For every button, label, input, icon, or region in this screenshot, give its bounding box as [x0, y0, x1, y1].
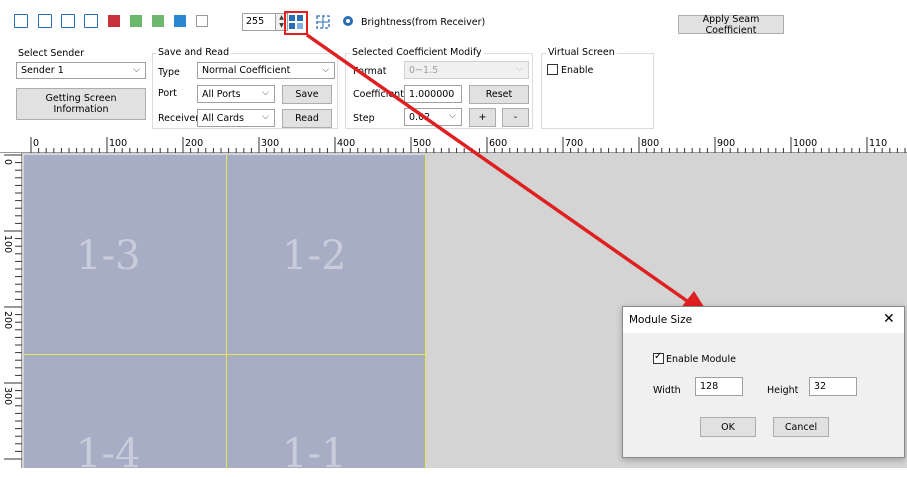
fullscreen-icon[interactable] — [84, 14, 98, 28]
ruler-label: 100 — [2, 235, 13, 254]
format-select[interactable]: 0~1.5 ⌵ — [404, 61, 529, 79]
seam-icon[interactable] — [316, 15, 330, 29]
step-minus-button[interactable]: - — [502, 108, 529, 127]
apply-seam-button[interactable]: Apply Seam Coefficient — [678, 14, 784, 36]
module-grid-icon[interactable] — [289, 15, 303, 29]
export-icon[interactable] — [38, 14, 52, 28]
ok-button[interactable]: OK — [700, 417, 756, 437]
virtual-screen-title: Virtual Screen — [546, 47, 617, 58]
module-cell[interactable]: 1-1 — [227, 355, 425, 477]
type-label: Type — [158, 67, 180, 78]
module-cell[interactable]: 1-3 — [24, 155, 226, 354]
ruler-label: 1000 — [793, 138, 818, 149]
coefficient-input[interactable]: 1.000000 — [404, 85, 462, 103]
ruler-label: 100 — [109, 138, 128, 149]
virtual-screen-enable-label[interactable]: Enable — [561, 65, 593, 76]
getting-screen-info-button[interactable]: Getting Screen Information — [16, 88, 146, 120]
select-sender-title: Select Sender — [18, 48, 85, 59]
module-size-dialog: Module Size ✕ ✓ Enable Module Width 128 … — [622, 306, 905, 458]
width-input[interactable]: 128 — [695, 377, 743, 396]
receiver-label: Receiver — [158, 113, 200, 124]
module-cell[interactable]: 1-4 — [24, 355, 226, 477]
height-label: Height — [767, 385, 799, 396]
ruler-label: 200 — [2, 311, 13, 330]
horizontal-ruler: 0 100 200 300 400 500 600 700 800 900 1000 110 — [0, 133, 907, 153]
cancel-button[interactable]: Cancel — [773, 417, 829, 437]
module-label: 1-2 — [282, 233, 347, 279]
chevron-down-icon: ⌵ — [516, 64, 523, 74]
sender-select[interactable]: Sender 1 ⌵ — [16, 62, 146, 79]
save-button[interactable]: Save — [282, 85, 332, 104]
horizontal-seam-line — [24, 354, 425, 355]
dialog-title: Module Size — [629, 314, 693, 326]
ruler-label: 600 — [489, 138, 508, 149]
dialog-title-bar: Module Size ✕ — [623, 307, 904, 333]
ruler-label: 800 — [641, 138, 660, 149]
port-label: Port — [158, 88, 177, 99]
coef-modify-title: Selected Coefficient Modify — [350, 47, 484, 58]
type-select-value: Normal Coefficient — [202, 65, 291, 76]
chevron-down-icon: ⌵ — [133, 65, 140, 75]
horizontal-ruler-ticks — [30, 137, 906, 153]
chevron-down-icon: ⌵ — [322, 65, 329, 75]
format-label: Format — [353, 66, 387, 77]
gear-icon[interactable] — [341, 14, 355, 28]
port-select[interactable]: All Ports ⌵ — [197, 85, 275, 103]
ruler-label: 400 — [337, 138, 356, 149]
import-icon[interactable] — [14, 14, 28, 28]
gray-level-spinner[interactable]: 255 ▲ ▼ — [242, 13, 288, 31]
reset-button[interactable]: Reset — [469, 85, 529, 104]
port-select-value: All Ports — [202, 88, 241, 100]
green-color-button[interactable] — [130, 15, 142, 27]
virtual-screen-enable-checkbox[interactable] — [547, 64, 558, 75]
module-label: 1-3 — [76, 233, 141, 279]
toolbar: 255 ▲ ▼ Brightness(from Receiver) Apply S… — [0, 0, 907, 130]
type-select[interactable]: Normal Coefficient ⌵ — [197, 62, 335, 79]
receiver-select-value: All Cards — [202, 112, 244, 124]
green2-color-button[interactable] — [152, 15, 164, 27]
read-button[interactable]: Read — [282, 109, 332, 128]
step-plus-button[interactable]: + — [469, 108, 496, 127]
ruler-label: 900 — [717, 138, 736, 149]
gray-level-value: 255 — [246, 16, 265, 27]
format-select-value: 0~1.5 — [409, 64, 439, 76]
ruler-label: 700 — [565, 138, 584, 149]
module-label: 1-4 — [76, 431, 141, 477]
vertical-ruler: 0 100 200 300 — [0, 153, 22, 468]
red-color-button[interactable] — [108, 15, 120, 27]
step-select[interactable]: 0.02 ⌵ — [404, 108, 462, 126]
chevron-down-icon: ⌵ — [262, 112, 269, 122]
ruler-label: 300 — [261, 138, 280, 149]
ruler-label: 500 — [413, 138, 432, 149]
ruler-label: 200 — [185, 138, 204, 149]
sender-select-value: Sender 1 — [21, 65, 64, 76]
module-label: 1-1 — [282, 431, 347, 477]
save-read-title: Save and Read — [156, 47, 232, 58]
step-label: Step — [353, 113, 375, 124]
receiver-select[interactable]: All Cards ⌵ — [197, 109, 275, 127]
chevron-down-icon: ⌵ — [449, 111, 456, 121]
vertical-seam-line — [226, 155, 227, 468]
module-cell[interactable]: 1-2 — [227, 155, 425, 354]
checkmark-icon: ✓ — [654, 351, 663, 362]
ruler-label: 0 — [2, 159, 13, 166]
brightness-label[interactable]: Brightness(from Receiver) — [361, 17, 485, 28]
ruler-label: 0 — [33, 138, 40, 149]
image-icon[interactable] — [61, 14, 75, 28]
coefficient-label: Coefficient — [353, 89, 404, 100]
chevron-down-icon: ⌵ — [262, 88, 269, 98]
width-label: Width — [653, 385, 681, 396]
ruler-label: 110 — [869, 138, 888, 149]
right-edge-line — [425, 155, 426, 468]
blue-color-button[interactable] — [174, 15, 186, 27]
height-input[interactable]: 32 — [809, 377, 857, 396]
enable-module-checkbox[interactable]: ✓ — [653, 351, 664, 364]
enable-module-label[interactable]: Enable Module — [666, 354, 736, 365]
step-select-value: 0.02 — [409, 111, 431, 123]
white-color-button[interactable] — [196, 15, 208, 27]
ruler-label: 300 — [2, 387, 13, 406]
close-icon[interactable]: ✕ — [883, 311, 895, 327]
